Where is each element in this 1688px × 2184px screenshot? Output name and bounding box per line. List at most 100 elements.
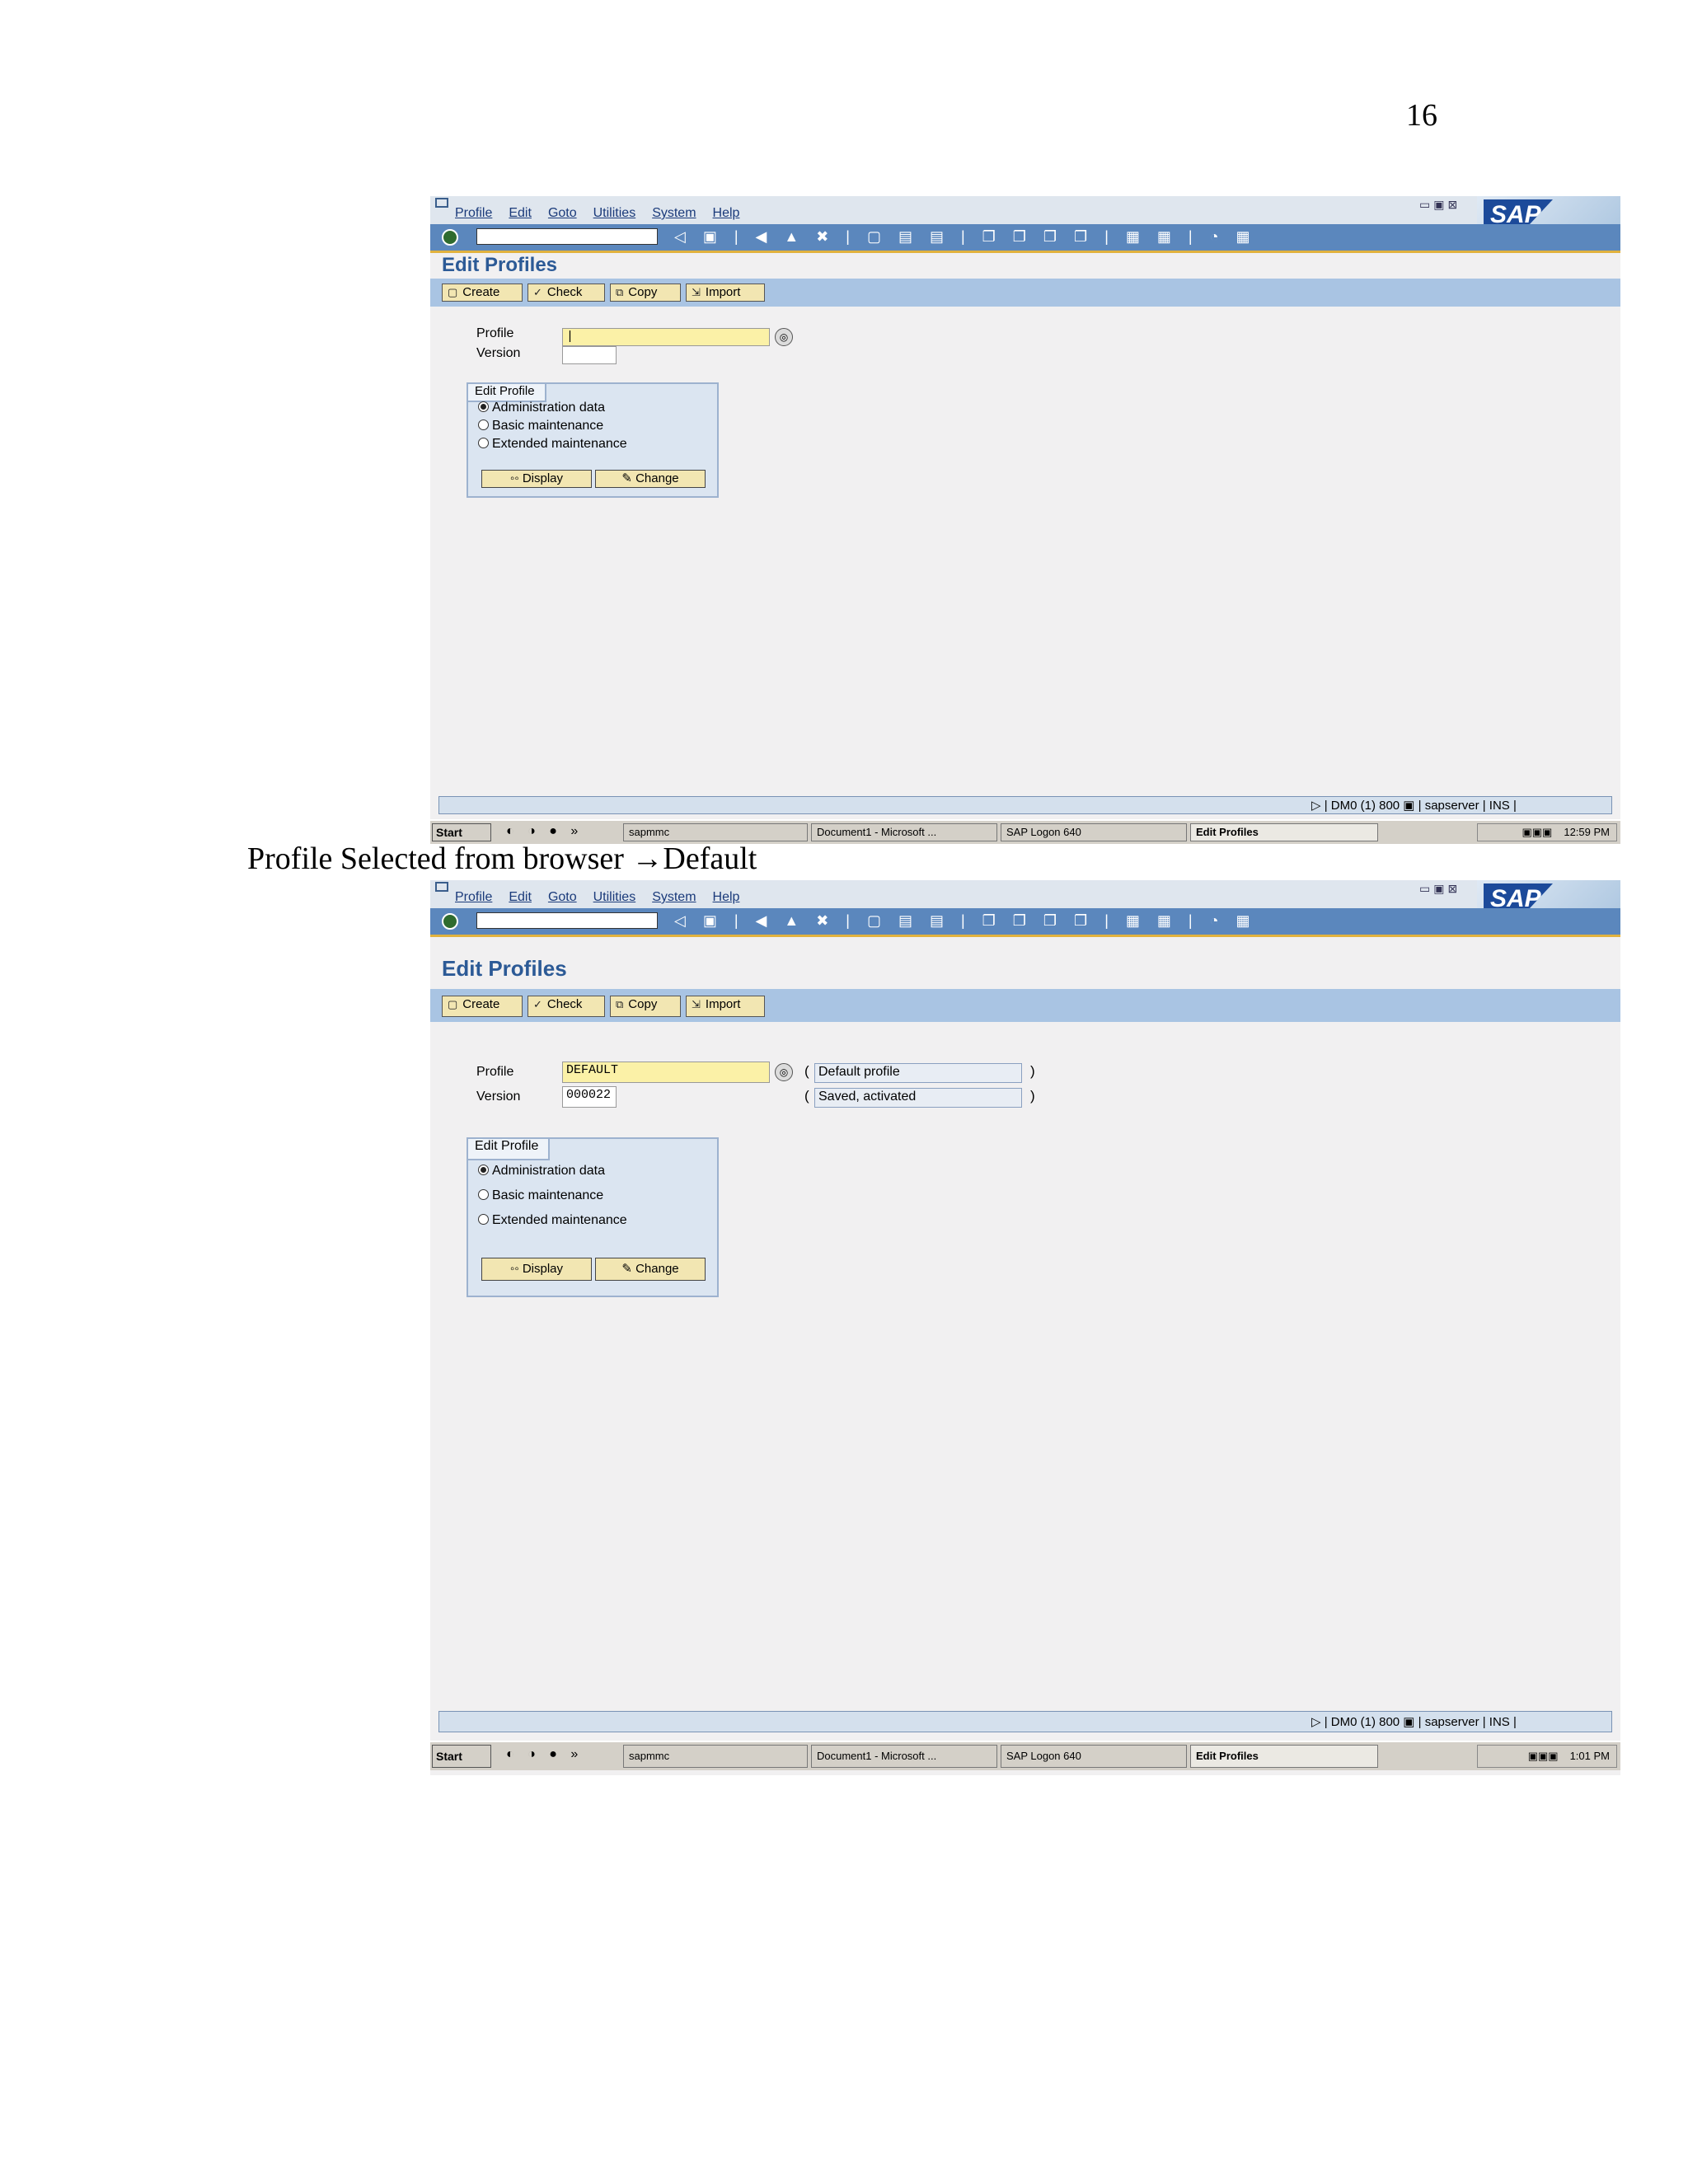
group-title: Edit Profile	[468, 384, 546, 402]
import-button[interactable]: ⇲ Import	[686, 284, 765, 302]
profile-description: Default profile	[814, 1063, 1022, 1083]
clock: 1:01 PM	[1569, 1750, 1610, 1762]
task-document1[interactable]: Document1 - Microsoft ...	[811, 823, 997, 841]
profile-input[interactable]: DEFAULT	[562, 1062, 770, 1083]
screen-title: Edit Profiles	[442, 254, 558, 276]
value-help-icon[interactable]: ◎	[775, 1063, 793, 1081]
menu-utilities[interactable]: Utilities	[593, 890, 636, 904]
task-sap-logon[interactable]: SAP Logon 640	[1001, 1745, 1187, 1768]
menu-edit[interactable]: Edit	[509, 890, 532, 904]
glasses-icon: ◦◦	[510, 1262, 523, 1276]
edit-profile-group: Edit Profile Administration data Basic m…	[467, 382, 719, 498]
radio-basic-maintenance[interactable]: Basic maintenance	[478, 1188, 603, 1203]
toolbar-icons[interactable]: ◁ ▣ | ◀ ▲ ✖ | ▢ ▤ ▤ | ❐ ❐ ❐ ❐ | ▦ ▦ | ◔ …	[674, 228, 1256, 246]
start-button[interactable]: Start	[432, 823, 491, 841]
profile-input[interactable]: |	[562, 328, 770, 346]
quick-launch-icons[interactable]: ◐ ◑ ● »	[506, 1747, 583, 1762]
check-icon: ✓	[533, 998, 542, 1010]
task-edit-profiles[interactable]: Edit Profiles	[1190, 823, 1378, 841]
change-button[interactable]: ✎ Change	[595, 1258, 706, 1281]
create-button[interactable]: ▢ Create	[442, 996, 523, 1017]
glasses-icon: ◦◦	[510, 471, 523, 485]
command-field[interactable]	[476, 228, 658, 245]
window-menu-icon[interactable]	[435, 198, 448, 208]
radio-extended-maintenance[interactable]: Extended maintenance	[478, 437, 627, 452]
edit-profile-group: Edit Profile Administration data Basic m…	[467, 1137, 719, 1297]
system-tray: ▣▣▣ 12:59 PM	[1477, 823, 1617, 841]
copy-button[interactable]: ⧉ Copy	[610, 996, 681, 1017]
version-label: Version	[476, 1090, 521, 1104]
document-icon: ▢	[448, 998, 458, 1010]
radio-empty-icon	[478, 1189, 489, 1200]
menu-profile[interactable]: Profile	[455, 890, 492, 904]
tray-icons[interactable]: ▣▣▣	[1522, 826, 1552, 838]
task-sapmmc[interactable]: sapmmc	[623, 823, 808, 841]
window-controls[interactable]: ▭▣⊠	[1419, 882, 1461, 896]
version-label: Version	[476, 346, 521, 360]
close-paren: )	[1030, 1063, 1035, 1079]
copy-icon: ⧉	[616, 998, 624, 1010]
toolbar-icons[interactable]: ◁ ▣ | ◀ ▲ ✖ | ▢ ▤ ▤ | ❐ ❐ ❐ ❐ | ▦ ▦ | ◔ …	[674, 912, 1256, 930]
task-edit-profiles[interactable]: Edit Profiles	[1190, 1745, 1378, 1768]
version-input[interactable]: 000022	[562, 1086, 617, 1108]
menu-goto[interactable]: Goto	[548, 890, 577, 904]
status-bar: ▷ | DM0 (1) 800 ▣ | sapserver | INS |	[438, 1711, 1612, 1732]
radio-basic-maintenance[interactable]: Basic maintenance	[478, 419, 603, 434]
start-button[interactable]: Start	[432, 1745, 491, 1768]
enter-icon[interactable]	[442, 913, 458, 930]
sap-screenshot-empty: Profile Edit Goto Utilities System Help ▭▣⊠ S…	[430, 196, 1620, 844]
radio-empty-icon	[478, 1214, 489, 1225]
window-menu-icon[interactable]	[435, 882, 448, 892]
open-paren: (	[804, 1063, 809, 1079]
copy-icon: ⧉	[616, 286, 624, 298]
window-controls[interactable]: ▭▣⊠	[1419, 198, 1461, 212]
application-toolbar: ▢ Create ✓ Check ⧉ Copy ⇲ Import	[430, 279, 1620, 307]
radio-administration-data[interactable]: Administration data	[478, 401, 605, 415]
task-sap-logon[interactable]: SAP Logon 640	[1001, 823, 1187, 841]
system-info: ▷ | DM0 (1) 800 ▣ | sapserver | INS |	[1311, 799, 1517, 813]
command-field[interactable]	[476, 912, 658, 929]
open-paren: (	[804, 1088, 809, 1104]
radio-administration-data[interactable]: Administration data	[478, 1164, 605, 1179]
display-button[interactable]: ◦◦ Display	[481, 1258, 592, 1281]
version-description: Saved, activated	[814, 1088, 1022, 1108]
task-sapmmc[interactable]: sapmmc	[623, 1745, 808, 1768]
task-document1[interactable]: Document1 - Microsoft ...	[811, 1745, 997, 1768]
value-help-icon[interactable]: ◎	[775, 328, 793, 346]
menu-edit[interactable]: Edit	[509, 206, 532, 220]
pencil-icon: ✎	[621, 471, 636, 485]
status-bar: ▷ | DM0 (1) 800 ▣ | sapserver | INS |	[438, 796, 1612, 814]
clock: 12:59 PM	[1564, 826, 1610, 838]
system-info: ▷ | DM0 (1) 800 ▣ | sapserver | INS |	[1311, 1715, 1517, 1729]
menu-utilities[interactable]: Utilities	[593, 206, 636, 220]
create-button[interactable]: ▢ Create	[442, 284, 523, 302]
menu-profile[interactable]: Profile	[455, 206, 492, 220]
page-number: 16	[1406, 98, 1437, 133]
application-toolbar: ▢ Create ✓ Check ⧉ Copy ⇲ Import	[430, 989, 1620, 1022]
close-paren: )	[1030, 1088, 1035, 1104]
change-button[interactable]: ✎ Change	[595, 470, 706, 488]
display-button[interactable]: ◦◦ Display	[481, 470, 592, 488]
pencil-icon: ✎	[621, 1262, 636, 1276]
menu-system[interactable]: System	[652, 206, 696, 220]
tray-icons[interactable]: ▣▣▣	[1528, 1750, 1559, 1762]
radio-empty-icon	[478, 419, 489, 430]
import-button[interactable]: ⇲ Import	[686, 996, 765, 1017]
document-icon: ▢	[448, 286, 458, 298]
copy-button[interactable]: ⧉ Copy	[610, 284, 681, 302]
check-button[interactable]: ✓ Check	[528, 996, 605, 1017]
menu-help[interactable]: Help	[713, 206, 740, 220]
menu-system[interactable]: System	[652, 890, 696, 904]
import-icon: ⇲	[692, 998, 701, 1010]
standard-toolbar: ◁ ▣ | ◀ ▲ ✖ | ▢ ▤ ▤ | ❐ ❐ ❐ ❐ | ▦ ▦ | ◔ …	[430, 908, 1620, 937]
enter-icon[interactable]	[442, 229, 458, 246]
menu-help[interactable]: Help	[713, 890, 740, 904]
screen-title: Edit Profiles	[442, 956, 567, 981]
radio-selected-icon	[478, 1165, 489, 1175]
check-button[interactable]: ✓ Check	[528, 284, 605, 302]
menu-goto[interactable]: Goto	[548, 206, 577, 220]
radio-extended-maintenance[interactable]: Extended maintenance	[478, 1213, 627, 1228]
quick-launch-icons[interactable]: ◐ ◑ ● »	[506, 824, 583, 839]
version-input[interactable]	[562, 346, 617, 364]
menu-bar: Profile Edit Goto Utilities System Help ▭▣⊠	[430, 196, 1620, 224]
